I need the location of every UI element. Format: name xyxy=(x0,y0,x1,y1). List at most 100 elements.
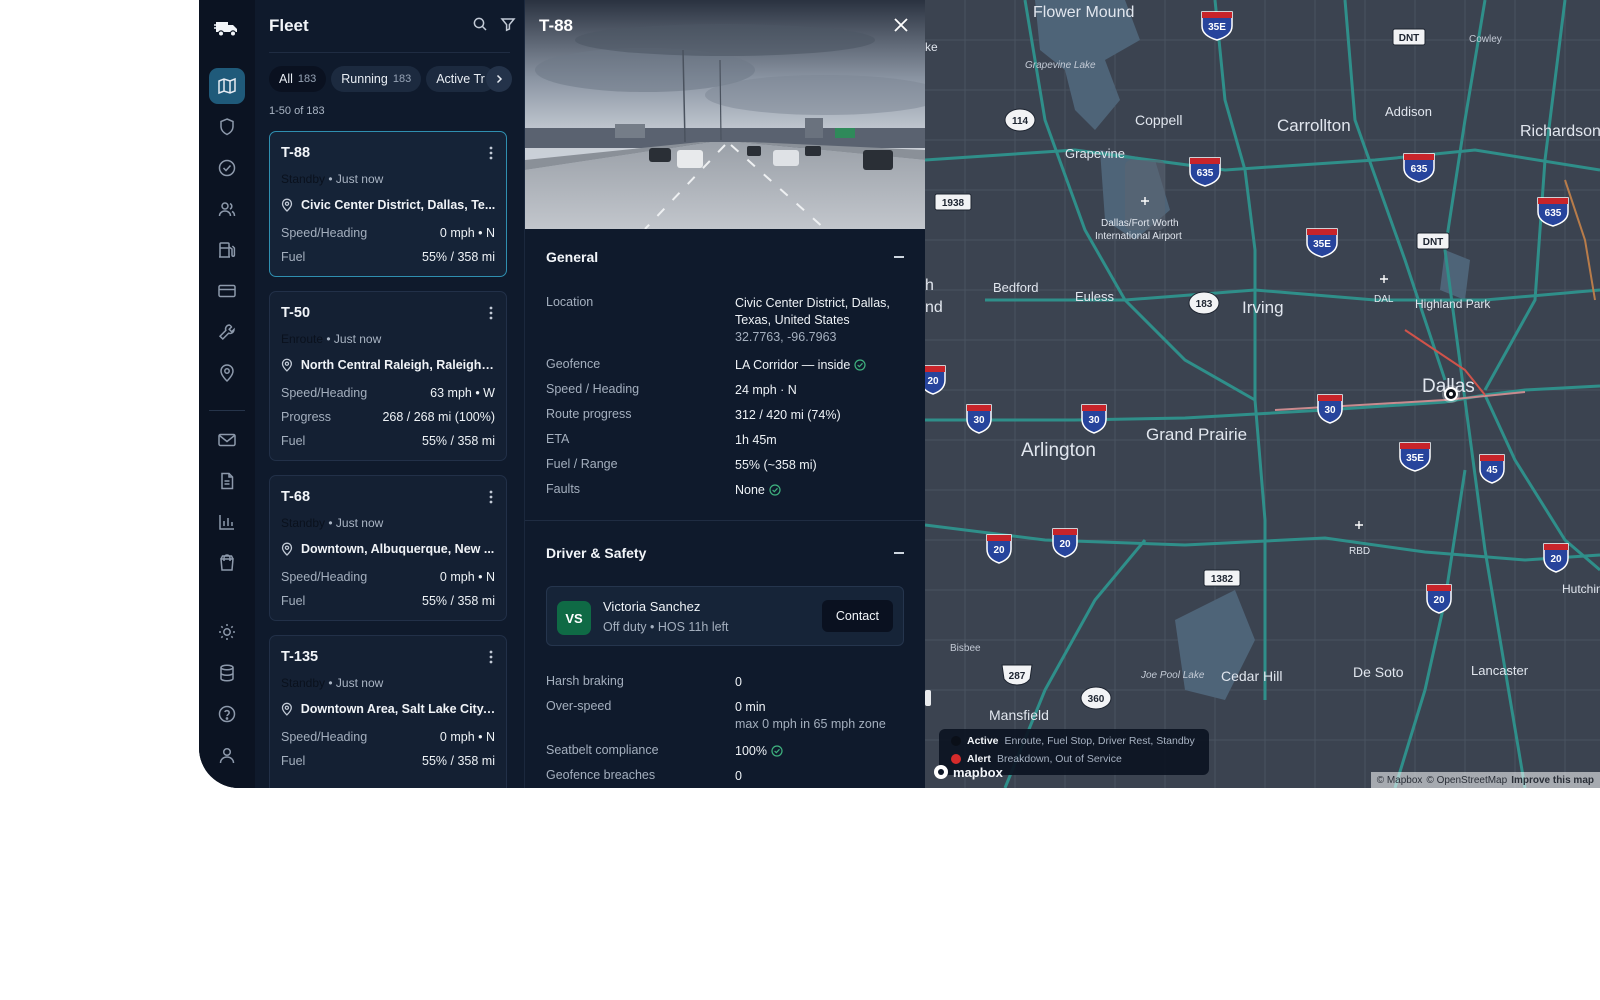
map-label: Arlington xyxy=(1021,440,1096,461)
vehicle-card[interactable]: T-135 Standby • Just now Downtown Area, … xyxy=(269,635,507,788)
svg-text:35E: 35E xyxy=(1313,239,1331,250)
chevron-right-icon[interactable] xyxy=(486,66,512,92)
vehicle-card[interactable]: T-50 Enroute • Just now North Central Ra… xyxy=(269,291,507,461)
mapbox-logo[interactable]: mapbox xyxy=(933,764,1003,780)
chip-label: All xyxy=(279,72,293,86)
route-sign: 1938 xyxy=(934,193,972,211)
collapse-icon[interactable] xyxy=(894,552,904,554)
row-value: 63 mph • W xyxy=(430,386,495,400)
general-section-header[interactable]: General xyxy=(546,249,904,265)
vehicle-location: Civic Center District, Dallas, Te... xyxy=(301,198,496,212)
location-pin-icon[interactable] xyxy=(209,355,245,391)
map-label: h xyxy=(925,277,934,294)
vehicle-location: Downtown, Albuquerque, New ... xyxy=(301,542,495,556)
more-vertical-icon[interactable] xyxy=(488,305,494,321)
map-icon[interactable] xyxy=(209,68,245,104)
svg-text:DNT: DNT xyxy=(1423,237,1444,248)
field-value: 1h 45m xyxy=(735,433,777,447)
fuel-pump-icon[interactable] xyxy=(209,232,245,268)
location-pin-icon xyxy=(281,198,293,212)
legend-description: Enroute, Fuel Stop, Driver Rest, Standby xyxy=(1004,735,1195,747)
field-label: ETA xyxy=(546,432,570,446)
field-label: Route progress xyxy=(546,407,632,421)
interstate-shield: 635 xyxy=(1189,157,1221,187)
section-title: General xyxy=(546,249,599,265)
more-vertical-icon[interactable] xyxy=(488,489,494,505)
filter-icon[interactable] xyxy=(500,16,516,32)
user-icon[interactable] xyxy=(209,737,245,773)
route-sign: 1382 xyxy=(1203,569,1241,587)
close-icon[interactable] xyxy=(893,17,909,33)
row-value: 55% / 358 mi xyxy=(422,754,495,768)
svg-text:635: 635 xyxy=(1411,164,1428,175)
map-label: Flower Mound xyxy=(1033,4,1134,21)
interstate-shield: 30 xyxy=(966,404,992,434)
vehicle-card[interactable]: T-68 Standby • Just now Downtown, Albuqu… xyxy=(269,475,507,621)
chip-count: 183 xyxy=(297,73,317,85)
sun-icon[interactable] xyxy=(209,614,245,650)
map-label: Cedar Hill xyxy=(1221,668,1282,684)
map-label: Cowley xyxy=(1469,34,1502,45)
svg-text:183: 183 xyxy=(1196,299,1213,310)
vehicle-id: T-135 xyxy=(281,649,319,665)
chip-running[interactable]: Running 183 xyxy=(331,66,422,92)
collapse-icon[interactable] xyxy=(894,256,904,258)
mail-icon[interactable] xyxy=(209,422,245,458)
map-label: Joe Pool Lake xyxy=(1140,670,1205,681)
attribution-link[interactable]: © OpenStreetMap xyxy=(1426,775,1507,786)
svg-text:35E: 35E xyxy=(1406,453,1424,464)
interstate-shield: 20 xyxy=(986,534,1012,564)
vehicle-card[interactable]: T-88 Standby • Just now Civic Center Dis… xyxy=(269,131,507,277)
field-label: Geofence breaches xyxy=(546,768,656,782)
shopping-bag-icon[interactable] xyxy=(209,545,245,581)
row-label: Speed/Heading xyxy=(281,386,368,400)
check-circle-icon[interactable] xyxy=(209,150,245,186)
chip-all[interactable]: All 183 xyxy=(269,66,327,92)
interstate-shield: 45 xyxy=(1479,454,1505,484)
bar-chart-icon[interactable] xyxy=(209,504,245,540)
dashcam-image xyxy=(525,0,925,229)
credit-card-icon[interactable] xyxy=(209,273,245,309)
more-vertical-icon[interactable] xyxy=(488,145,494,161)
interstate-shield: 635 xyxy=(1537,197,1569,227)
chip-active-trips[interactable]: Active Tr xyxy=(426,66,495,92)
users-icon[interactable] xyxy=(209,191,245,227)
truck-logo-icon[interactable] xyxy=(213,14,241,42)
map-label: Mansfield xyxy=(989,707,1049,723)
document-icon[interactable] xyxy=(209,463,245,499)
vehicle-id: T-88 xyxy=(281,145,311,161)
fleet-divider xyxy=(269,52,510,53)
field-value: 0 min xyxy=(735,700,766,714)
help-icon[interactable] xyxy=(209,696,245,732)
svg-text:DNT: DNT xyxy=(1399,33,1420,44)
map-label: Grapevine xyxy=(1065,146,1125,161)
interstate-shield: 35E xyxy=(1306,228,1338,258)
field-value: 24 mph · N xyxy=(735,383,797,397)
row-label: Fuel xyxy=(281,754,306,768)
shield-icon[interactable] xyxy=(209,109,245,145)
map-label: Coppell xyxy=(1135,112,1182,128)
interstate-shield: 20 xyxy=(1426,584,1452,614)
route-sign: 360 xyxy=(1080,686,1112,710)
driver-section-header[interactable]: Driver & Safety xyxy=(546,545,904,561)
contact-button[interactable]: Contact xyxy=(821,600,893,632)
database-icon[interactable] xyxy=(209,655,245,691)
map-label: Hutchin xyxy=(1562,582,1600,596)
more-vertical-icon[interactable] xyxy=(488,649,494,665)
map-label: Bedford xyxy=(993,280,1039,295)
map-attribution: © Mapbox © OpenStreetMap Improve this ma… xyxy=(1370,772,1600,788)
map-view[interactable]: Flower Mound Grapevine Lake Coppell Carr… xyxy=(925,0,1600,788)
status-badge: Standby xyxy=(281,516,326,530)
field-value: 312 / 420 mi (74%) xyxy=(735,408,841,422)
row-label: Progress xyxy=(281,410,332,424)
field-label: Faults xyxy=(546,482,581,496)
last-update: • Just now xyxy=(328,172,384,186)
row-value: 55% / 358 mi xyxy=(422,594,495,608)
wrench-icon[interactable] xyxy=(209,314,245,350)
search-icon[interactable] xyxy=(472,16,488,32)
attribution-link[interactable]: © Mapbox xyxy=(1377,775,1423,786)
svg-text:20: 20 xyxy=(1059,539,1071,550)
improve-map-link[interactable]: Improve this map xyxy=(1511,775,1594,786)
map-label: Grapevine Lake xyxy=(1025,60,1096,71)
map-label: Lancaster xyxy=(1471,663,1529,678)
